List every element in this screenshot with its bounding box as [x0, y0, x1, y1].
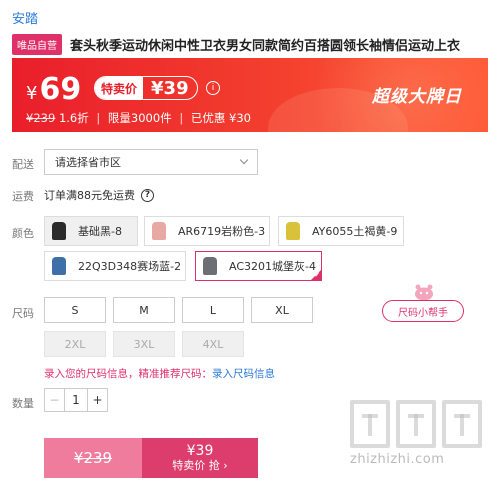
promo-title: 超级大牌日	[372, 87, 462, 107]
brand-link[interactable]: 安踏	[12, 8, 38, 27]
color-option-black[interactable]: 基础黑-8	[44, 216, 138, 246]
size-option-m[interactable]: M	[113, 297, 175, 323]
shipping-text: 订单满88元免运费	[44, 189, 135, 202]
divider: |	[179, 111, 184, 125]
sale-price-value: ¥39	[151, 77, 189, 99]
size-info-prompt: 录入您的尺码信息，精准推荐尺码：录入尺码信息	[44, 366, 275, 381]
buy-action-label: 特卖价 抢 ›	[172, 458, 228, 472]
color-thumbnail	[48, 219, 70, 243]
chevron-down-icon	[239, 155, 249, 165]
size-option-l[interactable]: L	[182, 297, 244, 323]
color-thumbnail	[199, 254, 221, 278]
shipping-info: 订单满88元免运费 ?	[44, 187, 154, 203]
original-price-button[interactable]: ¥239	[44, 438, 142, 478]
sale-price-label: 特卖价	[95, 77, 144, 99]
stock-limit: 限量3000件	[107, 111, 172, 125]
color-option-pink[interactable]: AR6719岩粉色-3	[144, 216, 270, 246]
delivery-label: 配送	[12, 158, 34, 171]
vip-price: ¥69	[26, 72, 81, 107]
buy-price: ¥39	[186, 442, 214, 459]
watermark-text: zhizhizhi.com	[350, 452, 445, 467]
help-icon[interactable]: ?	[141, 188, 154, 202]
price-banner: ¥69 特卖价 ¥39 i ¥239 1.6折 | 限量3000件 | 已优惠 …	[12, 58, 488, 132]
info-icon[interactable]: i	[206, 81, 220, 95]
divider: |	[96, 111, 101, 125]
watermark: zhizhizhi.com	[350, 400, 490, 470]
watermark-glyph	[350, 400, 390, 448]
quantity-stepper: − 1 +	[44, 388, 108, 412]
color-option-yellow[interactable]: AY6055土褐黄-9	[278, 216, 404, 246]
size-option-xl[interactable]: XL	[251, 297, 313, 323]
watermark-glyph	[442, 400, 482, 448]
original-price: ¥239	[26, 111, 56, 125]
increase-button[interactable]: +	[87, 389, 107, 411]
color-thumbnail	[48, 254, 70, 278]
color-option-blue[interactable]: 22Q3D348赛场蓝-2	[44, 251, 186, 281]
watermark-logo	[350, 400, 490, 448]
color-thumbnail	[282, 219, 304, 243]
self-operated-tag: 唯品自营	[12, 34, 62, 55]
product-title: 套头秋季运动休闲中性卫衣男女同款简约百搭圆领长袖情侣运动上衣	[70, 39, 461, 54]
price-details: ¥239 1.6折 | 限量3000件 | 已优惠 ¥30	[26, 110, 251, 126]
color-option-label: AY6055土褐黄-9	[312, 225, 398, 238]
watermark-glyph	[396, 400, 436, 448]
size-info-text: 录入您的尺码信息，精准推荐尺码：	[44, 368, 212, 380]
color-option-label: 基础黑-8	[78, 225, 122, 238]
currency-symbol: ¥	[26, 83, 38, 104]
region-select[interactable]: 请选择省市区	[44, 149, 258, 175]
color-option-label: AC3201城堡灰-4	[229, 260, 316, 273]
discount-rate: 1.6折	[58, 111, 89, 125]
size-helper-button[interactable]: 尺码小帮手	[382, 300, 464, 322]
quantity-label: 数量	[12, 397, 34, 410]
color-option-grey[interactable]: AC3201城堡灰-4 ✔	[195, 251, 322, 281]
shipping-label: 运费	[12, 190, 34, 203]
sale-price-box: 特卖价 ¥39	[94, 76, 198, 100]
size-label: 尺码	[12, 307, 34, 320]
color-thumbnail	[148, 219, 170, 243]
color-label: 颜色	[12, 227, 34, 240]
color-option-label: 22Q3D348赛场蓝-2	[78, 260, 182, 273]
saved-amount: 已优惠 ¥30	[190, 111, 251, 125]
check-icon: ✔	[314, 271, 320, 279]
region-select-placeholder: 请选择省市区	[55, 156, 121, 169]
size-option-3xl[interactable]: 3XL	[113, 331, 175, 357]
buy-now-button[interactable]: ¥39 特卖价 抢 ›	[142, 438, 258, 478]
size-option-2xl[interactable]: 2XL	[44, 331, 106, 357]
mascot-icon	[415, 284, 433, 301]
price-value: 69	[39, 72, 82, 107]
product-title-row: 唯品自营 套头秋季运动休闲中性卫衣男女同款简约百搭圆领长袖情侣运动上衣	[12, 34, 460, 55]
decrease-button[interactable]: −	[45, 389, 65, 411]
color-option-label: AR6719岩粉色-3	[178, 225, 266, 238]
quantity-value[interactable]: 1	[65, 389, 87, 411]
size-option-4xl[interactable]: 4XL	[182, 331, 244, 357]
enter-size-link[interactable]: 录入尺码信息	[212, 368, 275, 380]
size-option-s[interactable]: S	[44, 297, 106, 323]
